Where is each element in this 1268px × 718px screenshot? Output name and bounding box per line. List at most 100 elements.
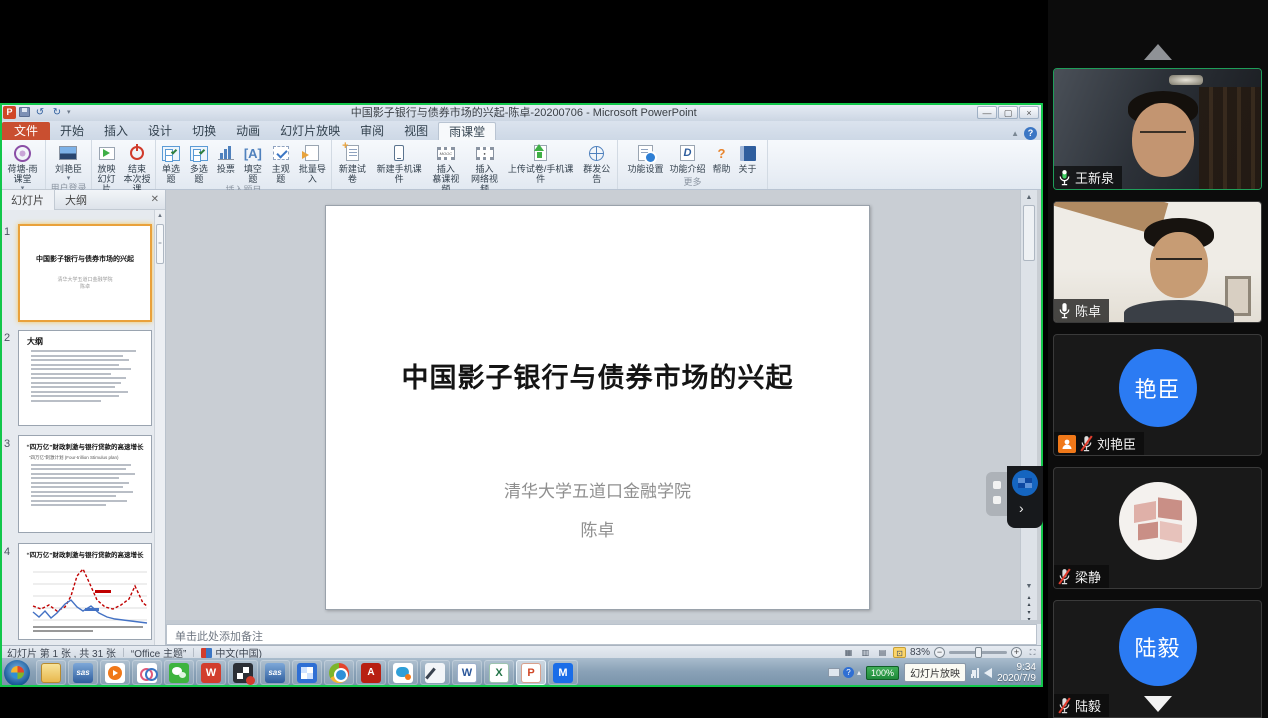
tray-expand-icon[interactable]: ▴ (857, 668, 861, 677)
chat-app-icon[interactable] (388, 660, 418, 685)
grid-launcher-icon[interactable] (228, 660, 258, 685)
panel-scrollbar[interactable]: ▲ = (154, 210, 165, 645)
participant-tile[interactable]: 梁静 (1053, 467, 1262, 589)
tab-review[interactable]: 审阅 (350, 122, 394, 140)
user-login-button[interactable]: 刘艳臣 ▾ (53, 142, 84, 183)
undo-icon[interactable]: ↺ (33, 106, 47, 119)
battery-indicator[interactable]: 100% (866, 666, 899, 680)
speaker-icon[interactable] (984, 668, 992, 678)
new-exam-button[interactable]: 新建试卷 (334, 142, 371, 185)
start-button[interactable] (4, 660, 30, 686)
sas-icon[interactable]: sas (68, 660, 98, 685)
single-choice-button[interactable]: 单选题 (158, 142, 184, 185)
scroll-down-icon[interactable]: ▼ (1021, 579, 1037, 594)
zoom-slider-thumb[interactable] (975, 647, 982, 658)
title-bar[interactable]: P ↺ ↻ ▾ 中国影子银行与债券市场的兴起-陈卓-20200706 - Mic… (0, 103, 1043, 121)
excel-icon[interactable]: X (484, 660, 514, 685)
chevron-right-icon[interactable]: › (1019, 500, 1024, 516)
pen-tool-icon[interactable] (420, 660, 450, 685)
play-slideshow-button[interactable]: 放映 幻灯片 (94, 142, 119, 195)
dropbox-like-icon[interactable] (1012, 470, 1038, 496)
redo-icon[interactable]: ↻ (50, 106, 64, 119)
reading-view-icon[interactable]: ▤ (876, 647, 889, 658)
keyboard-tray-icon[interactable] (828, 668, 840, 677)
help-tray-icon[interactable]: ? (843, 667, 854, 678)
chrome-icon[interactable] (324, 660, 354, 685)
classroom-app-icon[interactable] (132, 660, 162, 685)
tab-view[interactable]: 视图 (394, 122, 438, 140)
zoom-slider[interactable] (949, 651, 1007, 654)
upload-exam-button[interactable]: 上传试卷/手机课件 (505, 142, 577, 185)
insert-web-video-button[interactable]: ● 插入 网络视频 (466, 142, 503, 195)
media-player-icon[interactable] (100, 660, 130, 685)
normal-view-icon[interactable]: ▦ (842, 647, 855, 658)
insert-mooc-video-button[interactable]: MOOC 插入 慕课视频 (428, 142, 465, 195)
zoom-out-button[interactable]: − (934, 647, 945, 658)
slide-canvas[interactable]: 中国影子银行与债券市场的兴起 清华大学五道口金融学院 陈卓 (325, 205, 870, 610)
rain-classroom-server-button[interactable]: 荷塘-雨课堂 ▾ (2, 142, 43, 193)
panel-tab-slides[interactable]: 幻灯片 (0, 189, 55, 210)
panel-tab-outline[interactable]: 大纲 (55, 190, 97, 210)
slide-thumbnail-4[interactable]: “四万亿”财政刺激与银行贷款的高速增长 (18, 543, 152, 640)
tab-animations[interactable]: 动画 (226, 122, 270, 140)
slide-thumbnail-2[interactable]: 大纲 (18, 330, 152, 426)
slide-thumbnail-1[interactable]: 中国影子银行与债券市场的兴起 清华大学五道口金融学院 陈卓 (18, 224, 152, 322)
wechat-icon[interactable] (164, 660, 194, 685)
vote-button[interactable]: 投票 (214, 142, 238, 175)
fill-blank-button[interactable]: [A] 填空题 (240, 142, 266, 185)
slide-subtitle-1[interactable]: 清华大学五道口金融学院 (326, 477, 869, 502)
tab-slideshow[interactable]: 幻灯片放映 (270, 122, 350, 140)
slide-thumbnail-3[interactable]: “四万亿”财政刺激与银行贷款的高速增长 “四万亿”刺激计划 (Four-tril… (18, 435, 152, 533)
minimize-button[interactable]: — (977, 106, 997, 119)
notes-input[interactable]: 单击此处添加备注 (166, 624, 1037, 645)
scroll-thumb[interactable] (1023, 205, 1035, 261)
scroll-thumb[interactable]: = (156, 224, 164, 264)
participants-scroll-down-icon[interactable] (1144, 696, 1172, 712)
minimize-ribbon-icon[interactable]: ▲ (1011, 129, 1019, 138)
panel-close-icon[interactable]: ✕ (151, 194, 165, 205)
sorter-view-icon[interactable]: ▥ (859, 647, 872, 658)
tab-insert[interactable]: 插入 (94, 122, 138, 140)
tab-file[interactable]: 文件 (2, 122, 50, 140)
blue-tiles-app-icon[interactable] (292, 660, 322, 685)
help-button[interactable]: ? 帮助 (710, 142, 734, 175)
tab-rain-classroom[interactable]: 雨课堂 (438, 122, 496, 140)
participant-tile[interactable]: 艳臣 刘艳臣 (1053, 334, 1262, 456)
tencent-meeting-icon[interactable]: M (548, 660, 578, 685)
scroll-up-icon[interactable]: ▲ (1021, 190, 1037, 205)
widget-dock[interactable]: › (1007, 466, 1043, 528)
end-class-button[interactable]: 结束 本次授课 (121, 142, 153, 195)
save-icon[interactable] (19, 107, 30, 117)
tab-transitions[interactable]: 切换 (182, 122, 226, 140)
participant-tile[interactable]: 王新泉 (1053, 68, 1262, 190)
editor-scrollbar[interactable]: ▲ ▼ ▴▴ ▾▾ (1020, 190, 1037, 624)
red-w-app-icon[interactable]: W (196, 660, 226, 685)
slide-editor-area[interactable]: 中国影子银行与债券市场的兴起 清华大学五道口金融学院 陈卓 (166, 190, 1020, 624)
tab-home[interactable]: 开始 (50, 122, 94, 140)
powerpoint-taskbar-icon[interactable]: P (516, 660, 546, 685)
restore-button[interactable]: ▢ (998, 106, 1018, 119)
feature-intro-button[interactable]: D 功能介绍 (668, 142, 708, 175)
multi-choice-button[interactable]: 多选题 (186, 142, 212, 185)
fit-to-window-icon[interactable]: ⛶ (1026, 647, 1039, 658)
broadcast-notice-button[interactable]: 群发公告 (578, 142, 615, 185)
slide-title[interactable]: 中国影子银行与债券市场的兴起 (326, 356, 869, 395)
zoom-in-button[interactable]: + (1011, 647, 1022, 658)
slide-subtitle-2[interactable]: 陈卓 (326, 516, 869, 541)
acrobat-icon[interactable]: A (356, 660, 386, 685)
new-mobile-courseware-button[interactable]: 新建手机课件 (373, 142, 426, 185)
clock[interactable]: 9:34 2020/7/9 (997, 662, 1039, 684)
participant-tile[interactable]: 陈卓 (1053, 201, 1262, 323)
sas-icon-2[interactable]: sas (260, 660, 290, 685)
word-icon[interactable]: W (452, 660, 482, 685)
previous-slide-button[interactable]: ▴▴ (1021, 594, 1037, 609)
settings-button[interactable]: 功能设置 (625, 142, 665, 175)
about-button[interactable]: 关于 (736, 142, 760, 175)
participants-scroll-up-icon[interactable] (1144, 44, 1172, 60)
slideshow-view-icon[interactable]: ⊡ (893, 647, 906, 658)
subjective-question-button[interactable]: 主观题 (268, 142, 294, 185)
scroll-up-icon[interactable]: ▲ (155, 210, 165, 222)
batch-import-button[interactable]: 批量导入 (296, 142, 329, 185)
close-button[interactable]: × (1019, 106, 1039, 119)
file-explorer-icon[interactable] (36, 660, 66, 685)
